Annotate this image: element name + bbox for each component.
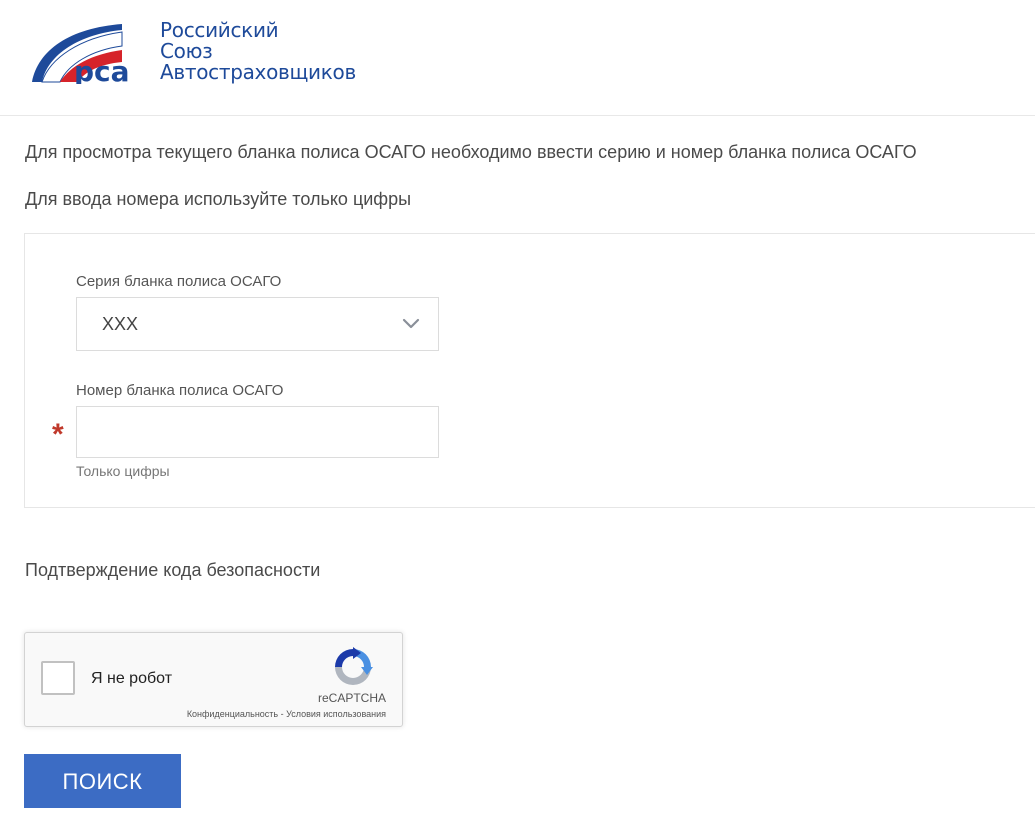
number-hint: Только цифры xyxy=(76,463,170,479)
rsa-logo-mark: рса xyxy=(32,24,130,84)
intro-digits-note: Для ввода номера используйте только цифр… xyxy=(25,189,412,209)
number-label: Номер бланка полиса ОСАГО xyxy=(76,382,284,399)
security-title: Подтверждение кода безопасности xyxy=(25,560,321,580)
logo-line: Автостраховщиков xyxy=(160,60,356,84)
recaptcha-widget: Я не робот reCAPTCHA Конфиденциальность … xyxy=(24,632,403,727)
rsa-logo[interactable]: рса Российский Союз Автостраховщиков xyxy=(30,18,356,88)
recaptcha-checkbox[interactable] xyxy=(41,661,75,695)
series-selected-value: ХХХ xyxy=(102,314,139,334)
series-select[interactable]: ХХХ xyxy=(76,297,439,351)
svg-text:рса: рса xyxy=(74,55,130,84)
chevron-down-icon xyxy=(402,316,420,335)
recaptcha-brand: reCAPTCHA xyxy=(317,691,386,705)
recaptcha-icon xyxy=(331,645,375,694)
recaptcha-label: Я не робот xyxy=(91,670,173,687)
policy-form: Серия бланка полиса ОСАГО ХХХ Номер блан… xyxy=(24,233,1035,508)
logo-line: Союз xyxy=(160,39,213,63)
recaptcha-links[interactable]: Конфиденциальность - Условия использован… xyxy=(187,709,386,719)
required-marker: * xyxy=(52,418,64,451)
logo-line: Российский xyxy=(160,18,279,42)
logo-text: Российский Союз Автостраховщиков xyxy=(160,20,356,83)
series-label: Серия бланка полиса ОСАГО xyxy=(76,273,282,290)
page-header: рса Российский Союз Автостраховщиков xyxy=(0,0,1035,116)
intro-text: Для просмотра текущего бланка полиса ОСА… xyxy=(25,142,917,162)
search-button[interactable]: ПОИСК xyxy=(24,754,181,808)
policy-number-input[interactable] xyxy=(76,406,439,458)
